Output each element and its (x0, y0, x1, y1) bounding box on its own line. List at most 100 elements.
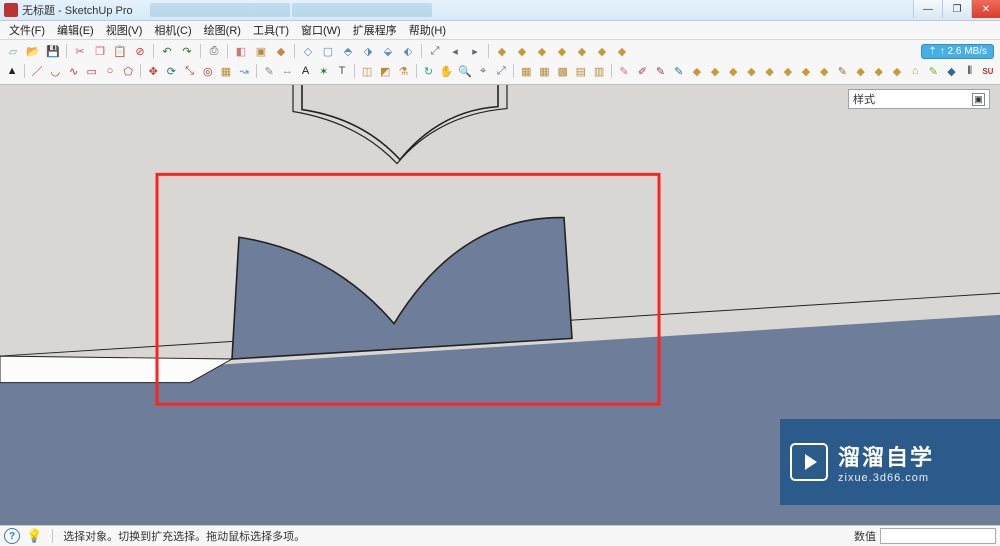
dimension-icon[interactable]: ↔ (279, 62, 295, 80)
right-icon[interactable]: ⬗ (359, 42, 377, 60)
plugin-2-icon[interactable]: ◆ (513, 42, 531, 60)
line-icon[interactable]: ／ (29, 62, 45, 80)
materials-icon[interactable]: ◧ (232, 42, 250, 60)
bg-tab[interactable] (292, 3, 432, 17)
ext-10-icon[interactable]: ◆ (780, 62, 796, 80)
rotate-icon[interactable]: ⟳ (163, 62, 179, 80)
ext-barcode-icon[interactable]: ⫴ (962, 62, 978, 80)
scale-icon[interactable]: ⤡ (181, 62, 197, 80)
ext-1-icon[interactable]: ✎ (616, 62, 632, 80)
ext-13-icon[interactable]: ✎ (834, 62, 850, 80)
ext-11-icon[interactable]: ◆ (798, 62, 814, 80)
ext-19-icon[interactable]: ◆ (943, 62, 959, 80)
panel-expand-icon[interactable]: ▣ (972, 93, 985, 106)
pan-icon[interactable]: ✋ (439, 62, 455, 80)
circle-icon[interactable]: ○ (102, 62, 118, 80)
sandbox-1-icon[interactable]: ▦ (518, 62, 534, 80)
ext-17-icon[interactable]: ⌂ (907, 62, 923, 80)
bg-tab[interactable] (150, 3, 290, 17)
text-icon[interactable]: A (297, 62, 313, 80)
components-icon[interactable]: ▣ (252, 42, 270, 60)
zoom-window-icon[interactable]: ⌖ (475, 62, 491, 80)
undo-icon[interactable]: ↶ (158, 42, 176, 60)
paint-icon[interactable]: ◆ (272, 42, 290, 60)
plugin-4-icon[interactable]: ◆ (553, 42, 571, 60)
paste-icon[interactable]: 📋 (111, 42, 129, 60)
next-view-icon[interactable]: ▸ (466, 42, 484, 60)
sandbox-4-icon[interactable]: ▤ (573, 62, 589, 80)
redo-icon[interactable]: ↷ (178, 42, 196, 60)
ext-8-icon[interactable]: ◆ (743, 62, 759, 80)
cut-icon[interactable]: ✂ (71, 42, 89, 60)
plugin-1-icon[interactable]: ◆ (493, 42, 511, 60)
front-icon[interactable]: ⬘ (339, 42, 357, 60)
save-icon[interactable]: 💾 (44, 42, 62, 60)
zoom-icon[interactable]: 🔍 (457, 62, 473, 80)
plugin-3-icon[interactable]: ◆ (533, 42, 551, 60)
back-icon[interactable]: ⬙ (379, 42, 397, 60)
sandbox-2-icon[interactable]: ▦ (536, 62, 552, 80)
menu-item[interactable]: 绘图(R) (199, 21, 246, 39)
copy-icon[interactable]: ❐ (91, 42, 109, 60)
ext-9-icon[interactable]: ◆ (762, 62, 778, 80)
tape-icon[interactable]: ✎ (261, 62, 277, 80)
followme-icon[interactable]: ↝ (236, 62, 252, 80)
menu-item[interactable]: 视图(V) (101, 21, 148, 39)
ext-14-icon[interactable]: ◆ (852, 62, 868, 80)
open-icon[interactable]: 📂 (24, 42, 42, 60)
help-icon[interactable]: ? (4, 528, 20, 544)
ext-7-icon[interactable]: ◆ (725, 62, 741, 80)
axes-icon[interactable]: ✶ (316, 62, 332, 80)
iso-icon[interactable]: ◇ (299, 42, 317, 60)
zoom-extents2-icon[interactable]: ⤢ (493, 62, 509, 80)
plugin-5-icon[interactable]: ◆ (573, 42, 591, 60)
orbit-icon[interactable]: ↻ (420, 62, 436, 80)
new-icon[interactable]: ▱ (4, 42, 22, 60)
ext-16-icon[interactable]: ◆ (889, 62, 905, 80)
plugin-6-icon[interactable]: ◆ (593, 42, 611, 60)
material-icon[interactable]: ◩ (377, 62, 393, 80)
paintbucket-icon[interactable]: ⚗ (395, 62, 411, 80)
arc-icon[interactable]: ◡ (47, 62, 63, 80)
3dtext-icon[interactable]: T (334, 62, 350, 80)
offset-icon[interactable]: ◎ (200, 62, 216, 80)
ext-4-icon[interactable]: ✎ (671, 62, 687, 80)
ext-su-icon[interactable]: SU (980, 62, 996, 80)
ext-3-icon[interactable]: ✎ (652, 62, 668, 80)
pushpull-icon[interactable]: ▦ (218, 62, 234, 80)
plugin-7-icon[interactable]: ◆ (613, 42, 631, 60)
rect-icon[interactable]: ▭ (84, 62, 100, 80)
top-icon[interactable]: ▢ (319, 42, 337, 60)
menu-item[interactable]: 相机(C) (149, 21, 196, 39)
sandbox-5-icon[interactable]: ▥ (591, 62, 607, 80)
modeling-viewport[interactable]: 样式 ▣ 溜溜自学 zixue.3d66.com (0, 85, 1000, 525)
menu-item[interactable]: 文件(F) (4, 21, 50, 39)
print-icon[interactable]: ⎙ (205, 42, 223, 60)
styles-panel[interactable]: 样式 ▣ (848, 89, 990, 109)
menu-item[interactable]: 编辑(E) (52, 21, 99, 39)
move-icon[interactable]: ✥ (145, 62, 161, 80)
menu-item[interactable]: 工具(T) (248, 21, 294, 39)
prev-view-icon[interactable]: ◂ (446, 42, 464, 60)
minimize-button[interactable]: — (913, 0, 942, 18)
left-icon[interactable]: ⬖ (399, 42, 417, 60)
ext-5-icon[interactable]: ◆ (689, 62, 705, 80)
sandbox-3-icon[interactable]: ▩ (555, 62, 571, 80)
maximize-button[interactable]: ❐ (942, 0, 971, 18)
ext-2-icon[interactable]: ✐ (634, 62, 650, 80)
menu-item[interactable]: 帮助(H) (404, 21, 451, 39)
menu-item[interactable]: 扩展程序 (348, 21, 402, 39)
delete-icon[interactable]: ⊘ (131, 42, 149, 60)
close-button[interactable]: ✕ (971, 0, 1000, 18)
poly-icon[interactable]: ⬠ (120, 62, 136, 80)
ext-18-icon[interactable]: ✎ (925, 62, 941, 80)
select-icon[interactable]: ▲ (4, 62, 20, 80)
menu-item[interactable]: 窗口(W) (296, 21, 346, 39)
ext-6-icon[interactable]: ◆ (707, 62, 723, 80)
freehand-icon[interactable]: ∿ (65, 62, 81, 80)
zoom-extents-icon[interactable]: ⤢ (426, 42, 444, 60)
section-icon[interactable]: ◫ (359, 62, 375, 80)
ext-15-icon[interactable]: ◆ (871, 62, 887, 80)
ext-12-icon[interactable]: ◆ (816, 62, 832, 80)
vcb-input[interactable] (880, 528, 996, 544)
